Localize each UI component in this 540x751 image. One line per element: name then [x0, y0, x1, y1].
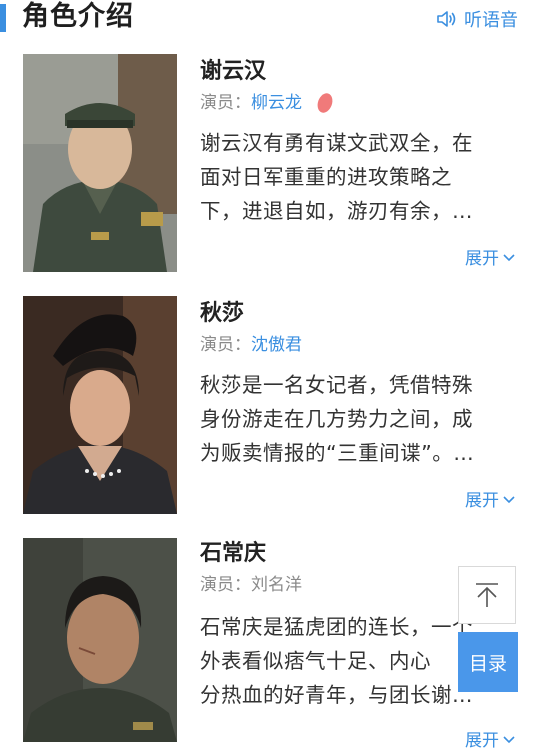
character-portrait[interactable] — [23, 54, 177, 272]
expand-label: 展开 — [465, 731, 499, 751]
section-accent-bar — [0, 4, 6, 32]
expand-button[interactable]: 展开 — [465, 486, 516, 511]
expand-label: 展开 — [465, 249, 499, 269]
expand-button[interactable]: 展开 — [465, 726, 516, 751]
actor-row: 演员： 柳云龙 — [200, 91, 335, 115]
actor-link[interactable]: 沈傲君 — [251, 334, 302, 356]
description-line: 秋莎是一名女记者，凭借特殊 — [200, 373, 473, 397]
section-header: 角色介绍 听语音 — [0, 0, 540, 38]
actor-row: 演员： 沈傲君 — [200, 334, 302, 356]
character-name: 石常庆 — [200, 541, 267, 566]
expand-label: 展开 — [465, 491, 499, 511]
character-name: 秋莎 — [200, 301, 245, 326]
description-line: 谢云汉有勇有谋文武双全，在 — [200, 131, 473, 155]
character-description: 秋莎是一名女记者，凭借特殊 身份游走在几方势力之间，成 为贩卖情报的“三重间谍”… — [200, 368, 518, 470]
section-title: 角色介绍 — [22, 1, 134, 32]
character-portrait[interactable] — [23, 538, 177, 742]
description-line: 身份游走在几方势力之间，成 — [200, 407, 473, 431]
listen-label: 听语音 — [464, 10, 518, 31]
chevron-down-icon — [503, 253, 515, 261]
character-portrait[interactable] — [23, 296, 177, 514]
actor-prefix: 演员： — [200, 93, 251, 113]
chevron-down-icon — [503, 495, 515, 503]
annotation-mark — [315, 91, 335, 115]
expand-button[interactable]: 展开 — [465, 244, 516, 269]
description-line: 面对日军重重的进攻策略之 — [200, 165, 452, 189]
actor-row: 演员： 刘名洋 — [200, 574, 302, 596]
actor-prefix: 演员： — [200, 575, 251, 595]
speaker-icon — [437, 11, 456, 27]
actor-link[interactable]: 柳云龙 — [251, 92, 302, 114]
character-name: 谢云汉 — [200, 59, 267, 84]
actor-name: 刘名洋 — [251, 575, 302, 595]
actor-prefix: 演员： — [200, 335, 251, 355]
character-description: 谢云汉有勇有谋文武双全，在 面对日军重重的进攻策略之 下，进退自如，游刃有余，… — [200, 126, 518, 228]
listen-button[interactable]: 听语音 — [436, 6, 518, 32]
description-line: 下，进退自如，游刃有余，… — [200, 199, 473, 223]
description-line: 为贩卖情报的“三重间谍”。… — [200, 441, 475, 465]
portrait-image — [23, 54, 177, 272]
table-of-contents-button[interactable]: 目录 — [458, 632, 518, 692]
back-to-top-button[interactable] — [458, 566, 516, 624]
toc-label: 目录 — [468, 652, 507, 675]
portrait-image — [23, 296, 177, 514]
portrait-image — [23, 538, 177, 742]
chevron-down-icon — [503, 735, 515, 743]
arrow-up-icon — [476, 583, 498, 607]
